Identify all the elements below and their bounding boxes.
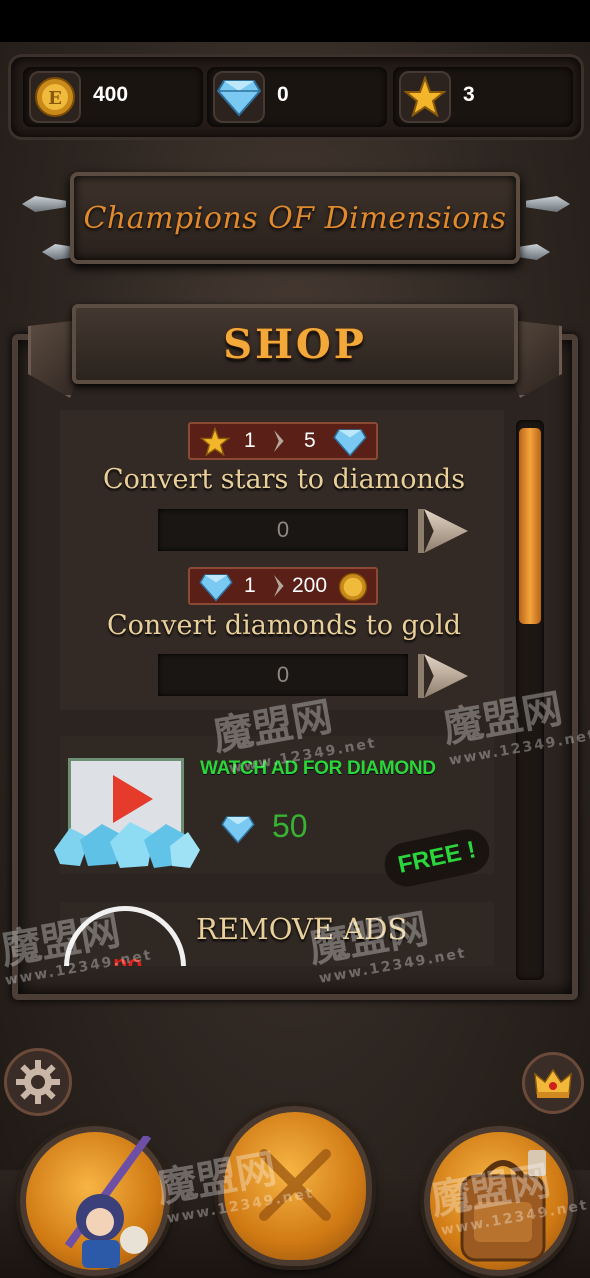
watch-ad-reward: 50: [272, 808, 308, 844]
chevron-right-icon: [274, 575, 284, 597]
resource-bar: E 400 0 3: [8, 54, 584, 140]
diamonds-rate-from: 1: [244, 574, 256, 597]
crown-icon: [534, 1068, 572, 1098]
remove-ads-offer[interactable]: no REMOVE ADS: [60, 902, 494, 966]
convert-diamonds-label: Convert diamonds to gold: [106, 610, 461, 641]
settings-button[interactable]: [4, 1048, 72, 1116]
stars-rate-to: 5: [304, 429, 316, 452]
star-icon: [399, 71, 451, 123]
star-value: 3: [463, 83, 475, 106]
stars-rate-from: 1: [244, 429, 256, 452]
play-bar: [418, 509, 424, 553]
diamond-pile-icon: [54, 822, 200, 868]
star-counter: 3: [393, 67, 573, 127]
svg-text:E: E: [48, 88, 62, 109]
diamond-icon: [199, 574, 233, 602]
play-bar: [418, 654, 424, 698]
diamond-icon: [333, 429, 367, 457]
remove-ads-title: REMOVE ADS: [196, 912, 408, 946]
stars-amount-input[interactable]: 0: [158, 509, 408, 551]
inventory-nav-button[interactable]: [424, 1126, 574, 1276]
convert-stars-label: Convert stars to diamonds: [102, 464, 466, 495]
scrollbar-thumb[interactable]: [519, 428, 541, 624]
gold-value: 400: [93, 83, 129, 106]
gold-coin-icon: E: [29, 71, 81, 123]
no-ads-icon: no: [64, 906, 186, 966]
gold-counter: E 400: [23, 67, 203, 127]
game-logo-title: Champions OF Dimensions: [83, 200, 507, 236]
star-icon: [200, 427, 230, 457]
backpack-icon: [460, 1150, 546, 1262]
stars-rate-plate: 1 5: [188, 422, 378, 460]
crossed-swords-icon: [259, 1149, 331, 1221]
diamonds-rate-to: 200: [292, 574, 328, 597]
shop-title: SHOP: [223, 320, 367, 368]
convert-diamonds-button[interactable]: [418, 650, 472, 700]
no-ads-icon-text: no: [113, 951, 143, 966]
diamond-icon: [221, 816, 255, 844]
play-icon: [424, 509, 468, 553]
shop-header: SHOP: [72, 304, 518, 384]
chevron-right-icon: [274, 430, 284, 452]
play-icon: [424, 654, 468, 698]
diamond-icon[interactable]: [213, 71, 265, 123]
shop-scrollbar[interactable]: [516, 420, 544, 980]
hero-character-icon: [64, 1136, 152, 1268]
gold-coin-icon: [338, 572, 368, 602]
crown-button[interactable]: [522, 1052, 584, 1114]
diamond-value: 0: [277, 83, 289, 106]
gear-icon: [16, 1060, 60, 1104]
convert-stars-button[interactable]: [418, 505, 472, 555]
watch-ad-title: WATCH AD FOR DIAMOND: [200, 758, 436, 779]
diamond-counter: 0: [207, 67, 387, 127]
game-logo: Champions OF Dimensions: [70, 172, 520, 264]
diamonds-amount-input[interactable]: 0: [158, 654, 408, 696]
status-bar: [0, 0, 590, 42]
diamonds-rate-plate: 1 200: [188, 567, 378, 605]
heroes-nav-button[interactable]: [20, 1126, 170, 1276]
battle-nav-button[interactable]: [218, 1106, 372, 1266]
